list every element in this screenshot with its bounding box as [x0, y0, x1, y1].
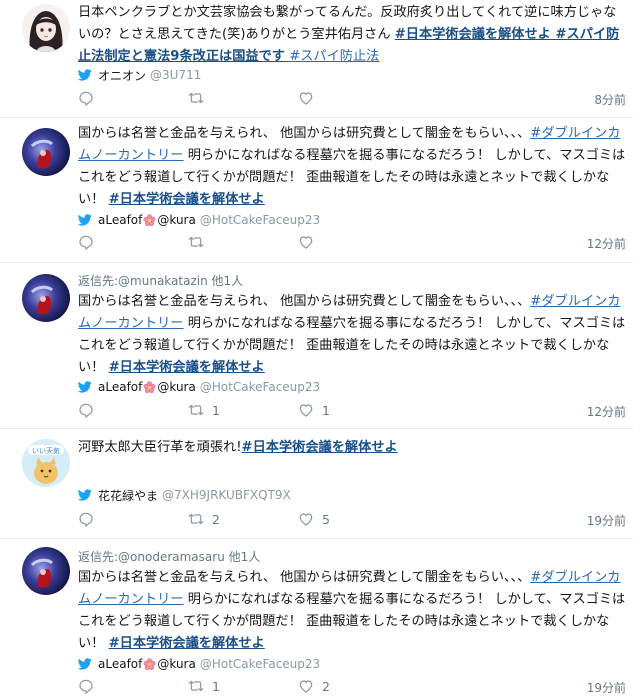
tweet-text: 国からは名誉と金品を与えられ、 他国からは研究費として闇金をもらい、、、#ダブル…	[78, 570, 626, 651]
hashtag-link[interactable]: #スパイ防止法	[285, 49, 379, 64]
tweet-text: 日本ペンクラブとか文芸家協会も繋がってるんだ。反政府炙り出してくれて逆に味方じゃ…	[78, 5, 620, 64]
retweet-button[interactable]	[188, 234, 212, 250]
tweet-actions: 8分前	[78, 90, 626, 108]
reply-icon	[78, 511, 94, 527]
display-name-suffix: @kura	[157, 380, 196, 394]
retweet-button[interactable]: 1	[188, 678, 220, 694]
flower-emoji-icon	[143, 658, 156, 671]
like-button[interactable]	[298, 90, 322, 106]
heart-icon	[298, 511, 314, 527]
tweet-text: 河野太郎大臣行革を頑張れ!#日本学術会議を解体せよ	[78, 440, 398, 455]
avatar[interactable]	[22, 128, 70, 176]
heart-icon	[298, 90, 314, 106]
avatar[interactable]	[22, 274, 70, 322]
user-handle: @7XH9JRKUBFXQT9X	[162, 488, 291, 502]
like-button[interactable]	[298, 234, 322, 250]
retweet-button[interactable]: 2	[188, 511, 220, 527]
hashtag-link[interactable]: #日本学術会議を解体せよ	[242, 440, 398, 455]
avatar[interactable]	[22, 4, 70, 52]
reply-button[interactable]	[78, 234, 102, 250]
display-name: 花花緑やま	[98, 488, 159, 503]
like-button[interactable]: 1	[298, 402, 330, 418]
reply-icon	[78, 678, 94, 694]
reply-icon	[78, 90, 94, 106]
tweet-author[interactable]: 花花緑やま @7XH9JRKUBFXQT9X	[78, 487, 291, 503]
retweet-icon	[188, 90, 204, 106]
twitter-bird-icon	[78, 69, 92, 81]
tweet-actions: 2 5 19分前	[78, 511, 626, 529]
user-handle: @HotCakeFaceup23	[199, 380, 321, 394]
avatar[interactable]	[22, 547, 70, 595]
tweet-card[interactable]: 国からは名誉と金品を与えられ、 他国からは研究費として闇金をもらい、、、#ダブル…	[0, 118, 633, 263]
retweet-icon	[188, 234, 204, 250]
tweet-actions: 1 1 12分前	[78, 402, 626, 420]
avatar[interactable]: いい天気	[22, 439, 70, 487]
hashtag-link[interactable]: #日本学術会議を解体せよ	[395, 27, 551, 42]
reply-icon	[78, 234, 94, 250]
tweet-author[interactable]: aLeafof @kura @HotCakeFaceup23	[78, 379, 320, 395]
hashtag-link[interactable]: #日本学術会議を解体せよ	[109, 636, 265, 651]
hashtag-link[interactable]: #日本学術会議を解体せよ	[109, 192, 265, 207]
tweet-text: 国からは名誉と金品を与えられ、 他国からは研究費として闇金をもらい、、、#ダブル…	[78, 294, 626, 375]
twitter-bird-icon	[78, 489, 92, 501]
tweet-card[interactable]: 返信先:@munakatazin 他1人 国からは名誉と金品を与えられ、 他国か…	[0, 263, 633, 429]
tweet-timestamp[interactable]: 19分前	[587, 512, 626, 529]
tweet-card[interactable]: 返信先:@onoderamasaru 他1人 国からは名誉と金品を与えられ、 他…	[0, 539, 633, 696]
tweet-actions: 12分前	[78, 234, 626, 252]
retweet-count: 1	[212, 678, 220, 694]
flower-emoji-icon	[143, 381, 156, 394]
tweet-actions: 1 2 19分前	[78, 678, 626, 696]
twitter-bird-icon	[78, 658, 92, 670]
reply-to-label[interactable]: 返信先:@munakatazin 他1人	[78, 272, 243, 289]
display-name-suffix: @kura	[157, 213, 196, 227]
like-count: 2	[322, 678, 330, 694]
user-handle: @3U711	[150, 68, 202, 82]
tweet-card[interactable]: 日本ペンクラブとか文芸家協会も繋がってるんだ。反政府炙り出してくれて逆に味方じゃ…	[0, 0, 633, 118]
flower-emoji-icon	[143, 214, 156, 227]
reply-icon	[78, 402, 94, 418]
heart-icon	[298, 402, 314, 418]
tweet-timestamp[interactable]: 19分前	[587, 679, 626, 696]
display-name: aLeafof	[98, 380, 143, 394]
reply-to-label[interactable]: 返信先:@onoderamasaru 他1人	[78, 548, 260, 565]
tweet-card[interactable]: いい天気 河野太郎大臣行革を頑張れ!#日本学術会議を解体せよ 花花緑やま @7X…	[0, 429, 633, 539]
twitter-bird-icon	[78, 214, 92, 226]
tweet-timestamp[interactable]: 12分前	[587, 235, 626, 252]
user-handle: @HotCakeFaceup23	[199, 657, 321, 671]
tweet-author[interactable]: オニオン @3U711	[78, 67, 201, 83]
like-count: 1	[322, 402, 330, 418]
display-name: aLeafof	[98, 213, 143, 227]
like-button[interactable]: 2	[298, 678, 330, 694]
retweet-icon	[188, 402, 204, 418]
display-name: オニオン	[98, 68, 147, 83]
retweet-button[interactable]	[188, 90, 212, 106]
retweet-button[interactable]: 1	[188, 402, 220, 418]
tweet-author[interactable]: aLeafof @kura @HotCakeFaceup23	[78, 656, 320, 672]
like-button[interactable]: 5	[298, 511, 330, 527]
like-count: 5	[322, 511, 330, 527]
twitter-bird-icon	[78, 381, 92, 393]
heart-icon	[298, 678, 314, 694]
tweet-text: 国からは名誉と金品を与えられ、 他国からは研究費として闇金をもらい、、、#ダブル…	[78, 126, 626, 207]
tweet-author[interactable]: aLeafof @kura @HotCakeFaceup23	[78, 212, 320, 228]
reply-button[interactable]	[78, 678, 102, 694]
tweet-timestamp[interactable]: 8分前	[594, 91, 626, 108]
retweet-icon	[188, 511, 204, 527]
heart-icon	[298, 234, 314, 250]
tweet-feed: 日本ペンクラブとか文芸家協会も繋がってるんだ。反政府炙り出してくれて逆に味方じゃ…	[0, 0, 633, 696]
user-handle: @HotCakeFaceup23	[199, 213, 321, 227]
reply-button[interactable]	[78, 402, 102, 418]
svg-text:いい天気: いい天気	[32, 446, 60, 455]
retweet-icon	[188, 678, 204, 694]
reply-button[interactable]	[78, 90, 102, 106]
retweet-count: 2	[212, 511, 220, 527]
display-name-suffix: @kura	[157, 657, 196, 671]
display-name: aLeafof	[98, 657, 143, 671]
hashtag-link[interactable]: #日本学術会議を解体せよ	[109, 360, 265, 375]
retweet-count: 1	[212, 402, 220, 418]
reply-button[interactable]	[78, 511, 102, 527]
tweet-timestamp[interactable]: 12分前	[587, 403, 626, 420]
